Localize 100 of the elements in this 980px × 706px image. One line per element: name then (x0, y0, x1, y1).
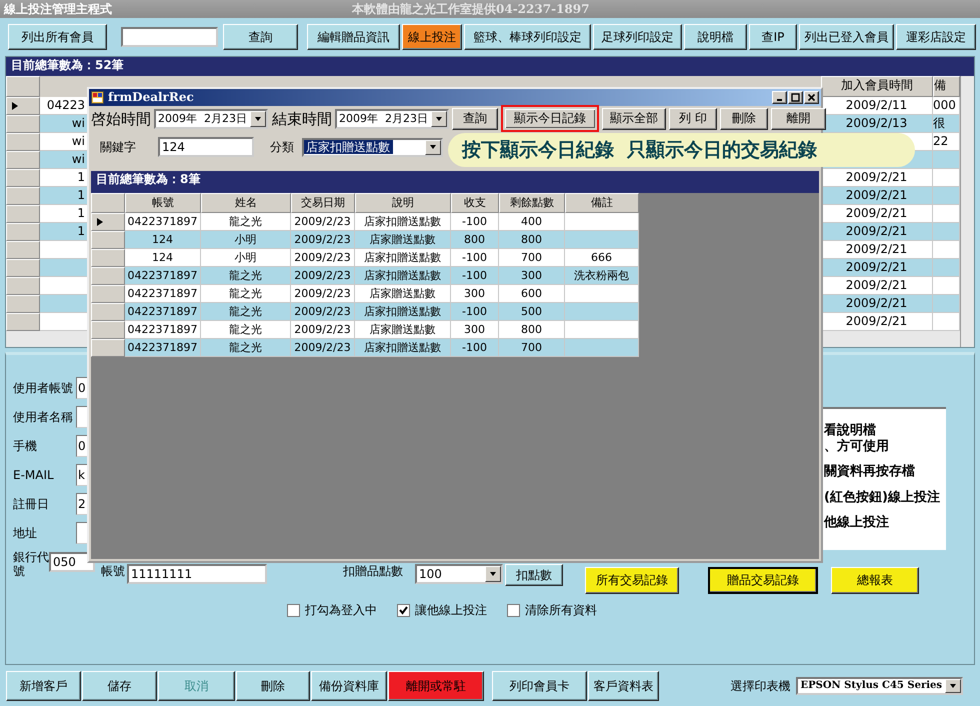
dropdown-button[interactable] (945, 679, 961, 693)
table-cell: 000 (933, 97, 960, 115)
table-cell: 0422371897 (125, 267, 201, 285)
table-cell: 1 (40, 169, 88, 187)
bottom-button[interactable]: 離開或常駐 (388, 671, 484, 701)
toolbar-button[interactable]: 列出已登入會員 (799, 24, 894, 50)
row-header[interactable] (6, 97, 40, 115)
table-cell: 龍之光 (201, 213, 291, 231)
toolbar-button[interactable]: 運彩店設定 (896, 24, 976, 50)
table-cell: 店家贈送點數 (355, 321, 451, 339)
minimize-button[interactable] (772, 91, 787, 104)
column-header[interactable]: 姓名 (201, 193, 291, 213)
dialog-button[interactable]: 顯示全部 (602, 108, 666, 130)
caret-icon (949, 682, 957, 690)
report-button[interactable]: 總報表 (831, 567, 919, 594)
dropdown-button[interactable] (425, 140, 441, 154)
table-cell: 2009/2/21 (821, 205, 933, 223)
bottom-button[interactable]: 刪除 (236, 671, 310, 701)
date-picker[interactable]: 2009年 2月23日 (154, 108, 268, 128)
input-field[interactable]: 050 (49, 552, 95, 572)
column-header[interactable]: 收支 (451, 193, 499, 213)
input-field[interactable]: 0 (76, 435, 88, 457)
input-field[interactable]: 0 (76, 377, 88, 399)
table-cell (933, 277, 960, 295)
field-label: E-MAIL (13, 468, 55, 482)
checkbox[interactable] (287, 604, 300, 617)
table-cell (933, 295, 960, 313)
toolbar-button[interactable]: 列出所有會員 (8, 24, 107, 50)
dialog-button[interactable]: 列 印 (668, 108, 717, 130)
input-field[interactable]: 11111111 (127, 564, 267, 584)
checkbox[interactable] (507, 604, 520, 617)
dialog-button[interactable]: 顯示今日記錄 (500, 105, 599, 132)
toolbar-button[interactable]: 足球列印設定 (593, 24, 682, 50)
printer-dropdown[interactable]: EPSON Stylus C45 Series (796, 677, 963, 695)
bottom-button[interactable]: 備份資料庫 (311, 671, 387, 701)
table-cell: 2009/2/21 (821, 187, 933, 205)
column-header[interactable]: 交易日期 (291, 193, 355, 213)
category-dropdown[interactable]: 店家扣贈送點數 (302, 138, 443, 156)
column-header[interactable]: 說明 (355, 193, 451, 213)
field-label: 地址 (13, 526, 38, 540)
caret-icon (489, 570, 497, 578)
toolbar-button[interactable]: 線上投注 (402, 24, 462, 50)
table-cell: 2009/2/21 (821, 277, 933, 295)
column-header[interactable]: 加入會員時間 (821, 76, 933, 97)
table-cell: 龍之光 (201, 285, 291, 303)
dialog-title: frmDealrRec (108, 90, 194, 105)
toolbar-button[interactable]: 查IP (749, 24, 797, 50)
report-button[interactable]: 所有交易記錄 (585, 567, 679, 594)
report-button[interactable]: 贈品交易記錄 (708, 567, 818, 594)
caret-icon (434, 114, 443, 122)
table-cell (933, 313, 960, 331)
dialog-button[interactable]: 離開 (770, 108, 826, 130)
toolbar-button[interactable]: 籃球、棒球列印設定 (464, 24, 591, 50)
table-cell (933, 223, 960, 241)
search-field[interactable] (121, 27, 218, 47)
input-field[interactable] (76, 522, 88, 544)
table-cell: 04223 (40, 97, 88, 115)
table-cell (933, 241, 960, 259)
column-header[interactable]: 備 (933, 76, 960, 97)
close-button[interactable] (804, 91, 819, 104)
dialog-button[interactable]: 查詢 (452, 108, 498, 130)
bottom-button[interactable]: 儲存 (82, 671, 157, 701)
check-icon (399, 606, 408, 615)
row-header[interactable] (91, 213, 125, 231)
table-cell: 2009/2/21 (821, 259, 933, 277)
keyword-field[interactable]: 124 (158, 137, 254, 157)
date-picker[interactable]: 2009年 2月23日 (334, 108, 449, 128)
maximize-icon (791, 93, 800, 102)
field-label: 使用者帳號 (13, 380, 74, 396)
table-cell: 0422371897 (125, 285, 201, 303)
dropdown-button[interactable] (485, 566, 501, 582)
table-cell: 124 (125, 231, 201, 249)
table-cell: 龍之光 (201, 267, 291, 285)
table-cell: wi (40, 133, 88, 151)
table-cell: 0422371897 (125, 213, 201, 231)
maximize-button[interactable] (788, 91, 803, 104)
points-dropdown[interactable]: 100 (415, 564, 503, 584)
deduct-button[interactable]: 扣點數 (505, 564, 563, 586)
table-cell: 124 (125, 249, 201, 267)
input-field[interactable] (76, 406, 88, 428)
input-field[interactable]: 2 (76, 493, 88, 515)
dropdown-button[interactable] (250, 110, 266, 126)
toolbar-button[interactable]: 編輯贈品資訊 (307, 24, 400, 50)
table-cell: 2009/2/23 (291, 303, 355, 321)
dropdown-button[interactable] (430, 110, 447, 126)
input-field[interactable]: k (76, 464, 88, 486)
table-cell: 666 (565, 249, 639, 267)
column-header[interactable]: 備註 (565, 193, 639, 213)
toolbar-button[interactable]: 說明檔 (684, 24, 747, 50)
column-header[interactable]: 剩餘點數 (499, 193, 565, 213)
table-cell (933, 169, 960, 187)
field-label: 啓始時間 (91, 110, 151, 128)
bottom-button[interactable]: 列印會員卡 (492, 671, 587, 701)
bottom-button[interactable]: 新增客戶 (6, 671, 81, 701)
toolbar-button[interactable]: 查詢 (223, 24, 298, 50)
bottom-button[interactable]: 客戶資料表 (588, 671, 659, 701)
checkbox[interactable] (397, 604, 410, 617)
column-header[interactable]: 帳號 (125, 193, 201, 213)
vertical-scrollbar[interactable] (960, 76, 974, 347)
dialog-button[interactable]: 刪除 (720, 108, 768, 130)
